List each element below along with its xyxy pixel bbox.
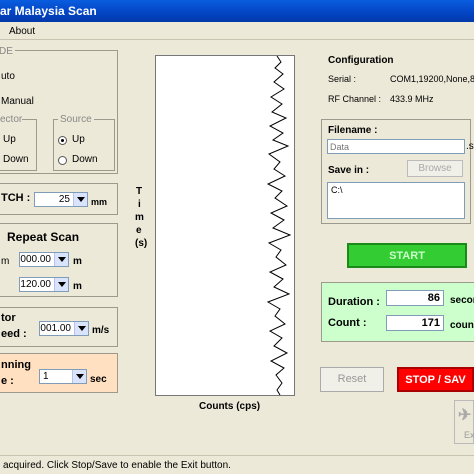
chevron-down-icon[interactable] (72, 370, 86, 383)
scanning-time-unit: sec (90, 374, 107, 385)
source-up-radio[interactable] (58, 136, 67, 145)
scanning-time-label-2: e : (1, 375, 14, 387)
count-unit: count (450, 320, 474, 331)
serial-value: COM1,19200,None,8, (390, 74, 474, 84)
repeat-to-unit: m (73, 281, 82, 292)
browse-button[interactable]: Browse (407, 160, 463, 177)
detector-speed-unit: m/s (92, 325, 110, 336)
detector-speed-value: 001.00 (40, 323, 71, 334)
repeat-from-value: 000.00 (20, 254, 51, 265)
mode-title: DE (0, 46, 15, 57)
repeat-to-select[interactable]: 120.00 (19, 277, 69, 292)
pitch-value: 25 (58, 194, 70, 205)
repeat-to-value: 120.00 (20, 279, 51, 290)
plot-x-label: Counts (cps) (199, 401, 261, 412)
counts-plot (155, 55, 295, 396)
detector-group: ector Up Down (0, 114, 37, 171)
rf-channel-label: RF Channel : (328, 94, 382, 104)
pitch-panel: TCH : 25 mm (0, 183, 118, 215)
scanning-time-value: 1 (43, 371, 49, 382)
filename-label: Filename : (328, 125, 378, 136)
window-title: ar Malaysia Scan (0, 4, 97, 18)
status-text: acquired. Click Stop/Save to enable the … (3, 460, 231, 471)
mode-panel: DE uto Manual ector Up Down Source Up Do… (0, 46, 118, 174)
save-in-value: C:\ (331, 185, 343, 195)
source-down-label: Down (72, 154, 98, 165)
mode-auto-label[interactable]: uto (1, 71, 15, 82)
detector-speed-select[interactable]: 001.00 (39, 321, 89, 336)
reset-button[interactable]: Reset (320, 367, 384, 392)
chevron-down-icon[interactable] (73, 193, 87, 206)
source-group: Source Up Down (53, 114, 115, 171)
source-down-radio[interactable] (58, 156, 67, 165)
file-panel: Filename : .s Save in : Browse C:\ (321, 119, 474, 224)
source-up-label: Up (72, 134, 85, 145)
y-label-char: e (136, 225, 142, 236)
status-bar: acquired. Click Stop/Save to enable the … (0, 455, 474, 474)
detector-down-label[interactable]: Down (3, 154, 29, 165)
detector-up-label[interactable]: Up (3, 134, 16, 145)
scanning-time-select[interactable]: 1 (39, 369, 87, 384)
scanning-time-label-1: nning (1, 359, 31, 371)
count-value: 171 (421, 317, 440, 329)
menu-about[interactable]: About (9, 26, 35, 37)
save-in-field[interactable]: C:\ (327, 182, 465, 219)
exit-icon: ✈ (458, 407, 472, 424)
serial-label: Serial : (328, 74, 357, 84)
title-bar[interactable]: ar Malaysia Scan (0, 0, 474, 22)
chevron-down-icon[interactable] (74, 322, 88, 335)
exit-label: Ex (464, 430, 474, 440)
stop-save-button[interactable]: STOP / SAV (397, 367, 474, 392)
detector-speed-label-2: eed : (1, 328, 27, 340)
y-label-char: i (138, 199, 141, 210)
filename-ext: .s (466, 141, 474, 152)
stats-panel: Duration : 86 secon Count : 171 count (321, 282, 474, 342)
mode-manual-label[interactable]: Manual (1, 96, 34, 107)
source-title: Source (58, 114, 94, 125)
duration-label: Duration : (328, 296, 380, 308)
detector-speed-label-1: tor (1, 312, 16, 324)
chevron-down-icon[interactable] (54, 253, 68, 266)
pitch-label: TCH : (1, 192, 31, 204)
repeat-scan-title: Repeat Scan (7, 230, 80, 244)
counts-trace (266, 56, 292, 395)
y-label-char: (s) (135, 238, 148, 249)
configuration-title: Configuration (328, 55, 394, 66)
exit-button[interactable]: ✈ Ex (454, 400, 474, 444)
save-in-label: Save in : (328, 165, 370, 176)
scanning-time-panel: nning e : 1 sec (0, 353, 118, 393)
y-label-char: m (135, 212, 144, 223)
repeat-from-label: m (1, 256, 10, 267)
detector-title: ector (0, 114, 23, 125)
duration-value: 86 (427, 292, 440, 304)
count-field: 171 (386, 315, 444, 331)
menu-bar: About (0, 22, 474, 40)
duration-unit: secon (450, 295, 474, 306)
repeat-scan-panel: Repeat Scan m 000.00 m 120.00 m (0, 223, 118, 297)
pitch-select[interactable]: 25 (34, 192, 88, 207)
filename-input[interactable] (327, 139, 465, 154)
pitch-unit: mm (91, 197, 108, 207)
rf-channel-value: 433.9 MHz (390, 94, 434, 104)
repeat-from-select[interactable]: 000.00 (19, 252, 69, 267)
detector-speed-panel: tor eed : 001.00 m/s (0, 307, 118, 347)
count-label: Count : (328, 317, 367, 329)
start-button[interactable]: START (347, 243, 467, 268)
chevron-down-icon[interactable] (54, 278, 68, 291)
repeat-from-unit: m (73, 256, 82, 267)
duration-field: 86 (386, 290, 444, 306)
y-label-char: T (136, 186, 143, 197)
